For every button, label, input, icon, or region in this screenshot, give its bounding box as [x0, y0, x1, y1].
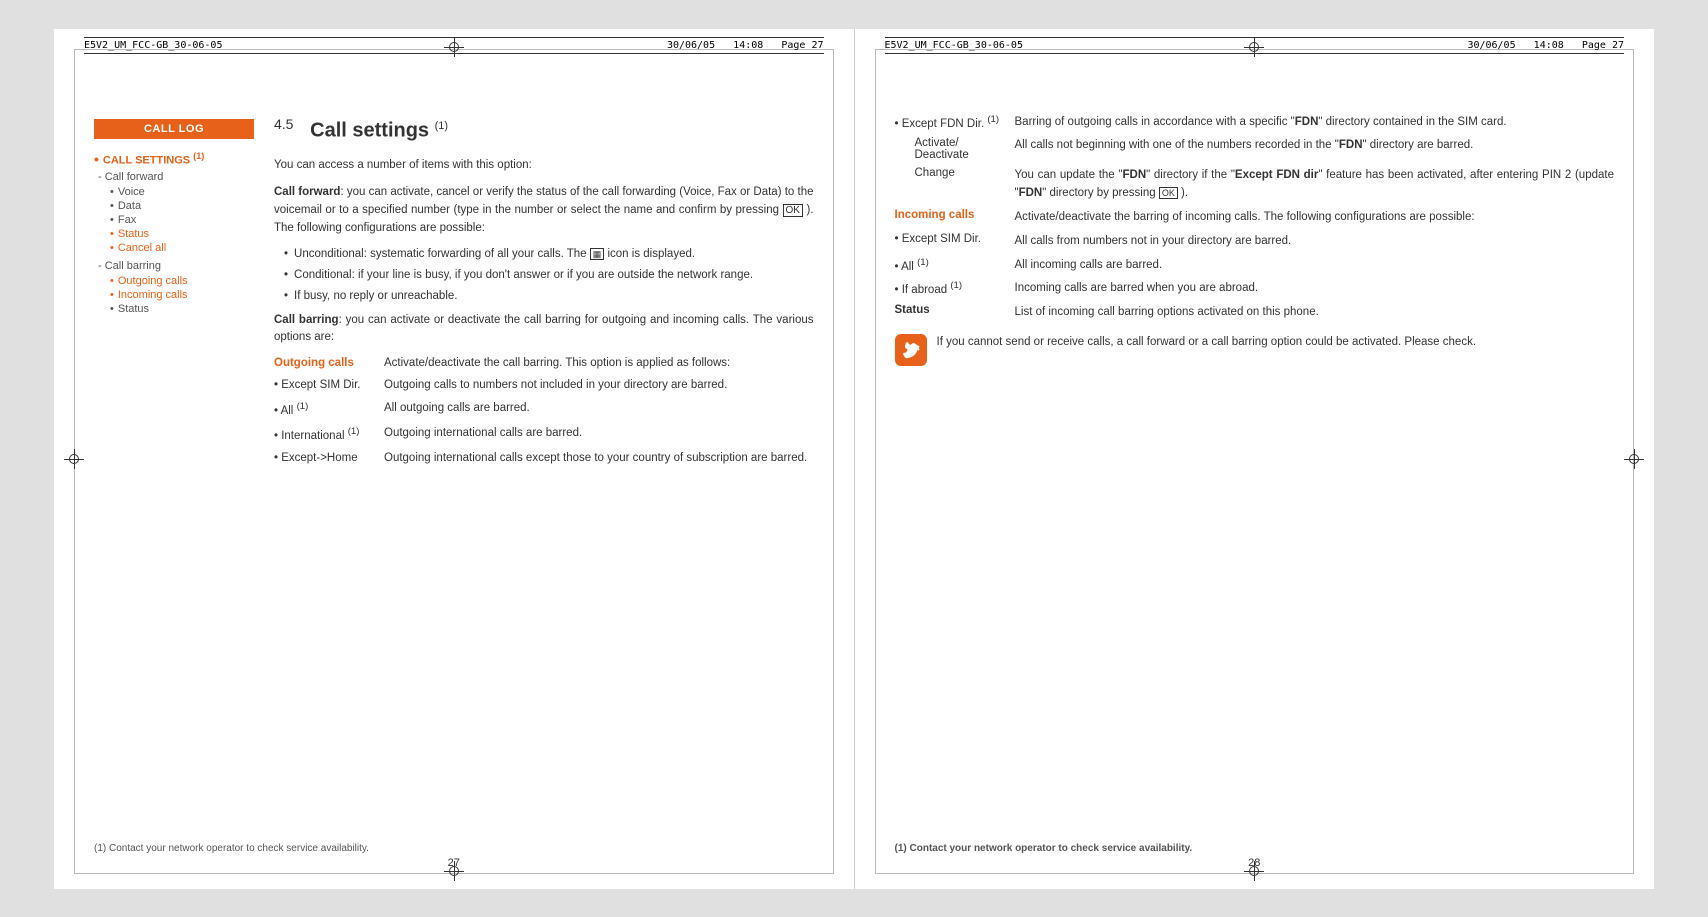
- doc-date-right: 30/06/05 14:08 Page 27: [1467, 40, 1624, 51]
- bullet-unconditional: • Unconditional: systematic forwarding o…: [284, 246, 814, 263]
- all-outgoing-desc: All outgoing calls are barred.: [384, 400, 814, 420]
- activate-label: Activate/ Deactivate: [895, 137, 1005, 161]
- all-incoming-row: • All (1) All incoming calls are barred.: [895, 257, 1615, 275]
- crosshair-right-mid: [1624, 449, 1644, 469]
- except-sim-dir-desc: Outgoing calls to numbers not included i…: [384, 377, 814, 394]
- except-sim-incoming-desc: All calls from numbers not in your direc…: [1015, 233, 1615, 251]
- bullet-fax: •: [110, 214, 114, 226]
- international-row: • International (1) Outgoing internation…: [274, 425, 814, 445]
- bullet-voice: •: [110, 186, 114, 198]
- sidebar-call-barring-group: - Call barring • Outgoing calls • Incomi…: [94, 260, 254, 315]
- notice-icon: [895, 334, 927, 366]
- except-home-label: • Except->Home: [274, 450, 374, 467]
- bullet-data: •: [110, 200, 114, 212]
- sidebar: CALL LOG • CALL SETTINGS (1) - Call forw…: [94, 69, 254, 829]
- bullet-cancel: •: [110, 242, 114, 254]
- sidebar-item-status-forward[interactable]: • Status: [110, 228, 254, 240]
- notice-phone-icon: [901, 340, 921, 360]
- outgoing-calls-label: Outgoing calls: [274, 355, 374, 372]
- except-sim-incoming-label: • Except SIM Dir.: [895, 233, 1005, 251]
- incoming-calls-row: Incoming calls Activate/deactivate the b…: [895, 209, 1615, 227]
- status-desc: List of incoming call barring options ac…: [1015, 304, 1615, 322]
- sidebar-call-settings-label: CALL SETTINGS (1): [103, 151, 204, 167]
- all-outgoing-row: • All (1) All outgoing calls are barred.: [274, 400, 814, 420]
- crosshair-top-right: [1244, 37, 1264, 57]
- status-row: Status List of incoming call barring opt…: [895, 304, 1615, 322]
- sidebar-item-status-barring[interactable]: • Status: [110, 303, 254, 315]
- right-page: E5V2_UM_FCC-GB_30-06-05 30/06/05 14:08 P…: [855, 29, 1655, 889]
- activate-desc: All calls not beginning with one of the …: [1015, 137, 1615, 161]
- international-desc: Outgoing international calls are barred.: [384, 425, 814, 445]
- except-sim-incoming-row: • Except SIM Dir. All calls from numbers…: [895, 233, 1615, 251]
- change-desc: You can update the "FDN" directory if th…: [1015, 167, 1615, 203]
- bullet-icon: •: [94, 151, 99, 167]
- except-sim-dir-label: • Except SIM Dir.: [274, 377, 374, 394]
- incoming-calls-desc: Activate/deactivate the barring of incom…: [1015, 209, 1615, 227]
- bullet-conditional: • Conditional: if your line is busy, if …: [284, 267, 814, 284]
- activate-deactivate-row: Activate/ Deactivate All calls not begin…: [895, 137, 1615, 161]
- bullet-incoming: •: [110, 289, 114, 301]
- if-abroad-desc: Incoming calls are barred when you are a…: [1015, 280, 1615, 298]
- doc-id: E5V2_UM_FCC-GB_30-06-05: [84, 40, 222, 51]
- except-fdn-desc: Barring of outgoing calls in accordance …: [1015, 114, 1615, 132]
- sidebar-item-cancel-all[interactable]: • Cancel all: [110, 242, 254, 254]
- sidebar-sub-barring: • Outgoing calls • Incoming calls • Stat…: [110, 275, 254, 315]
- outgoing-calls-row: Outgoing calls Activate/deactivate the c…: [274, 355, 814, 372]
- except-home-row: • Except->Home Outgoing international ca…: [274, 450, 814, 467]
- book-spread: E5V2_UM_FCC-GB_30-06-05 30/06/05 14:08 P…: [54, 29, 1654, 889]
- crosshair-top: [444, 37, 464, 57]
- sidebar-item-call-settings[interactable]: • CALL SETTINGS (1): [94, 151, 254, 167]
- sidebar-item-incoming-calls[interactable]: • Incoming calls: [110, 289, 254, 301]
- forward-bullets: • Unconditional: systematic forwarding o…: [284, 246, 814, 306]
- sidebar-sub-voice-group: • Voice • Data • Fax • Status: [110, 186, 254, 254]
- sidebar-item-data[interactable]: • Data: [110, 200, 254, 212]
- notice-box: If you cannot send or receive calls, a c…: [895, 334, 1615, 366]
- change-label: Change: [895, 167, 1005, 203]
- right-content: • Except FDN Dir. (1) Barring of outgoin…: [895, 69, 1615, 829]
- sidebar-item-voice[interactable]: • Voice: [110, 186, 254, 198]
- footnote-left: (1) Contact your network operator to che…: [94, 843, 369, 854]
- status-label: Status: [895, 304, 1005, 322]
- bullet-outgoing: •: [110, 275, 114, 287]
- except-sim-dir-row: • Except SIM Dir. Outgoing calls to numb…: [274, 377, 814, 394]
- bullet-ifbusy: • If busy, no reply or unreachable.: [284, 288, 814, 305]
- all-incoming-desc: All incoming calls are barred.: [1015, 257, 1615, 275]
- except-home-desc: Outgoing international calls except thos…: [384, 450, 814, 467]
- if-abroad-label: • If abroad (1): [895, 280, 1005, 298]
- outgoing-calls-desc: Activate/deactivate the call barring. Th…: [384, 355, 814, 372]
- call-barring-text: Call barring: you can activate or deacti…: [274, 312, 814, 348]
- all-incoming-label: • All (1): [895, 257, 1005, 275]
- sidebar-dash-call-barring: - Call barring: [98, 260, 254, 272]
- footnote-right: (1) Contact your network operator to che…: [895, 843, 1193, 854]
- notice-text: If you cannot send or receive calls, a c…: [937, 334, 1615, 366]
- sidebar-item-fax[interactable]: • Fax: [110, 214, 254, 226]
- section-title: 4.5 Call settings (1): [274, 114, 814, 146]
- except-fdn-dir-row: • Except FDN Dir. (1) Barring of outgoin…: [895, 114, 1615, 132]
- main-content: 4.5 Call settings (1) You can access a n…: [274, 69, 814, 829]
- left-page: E5V2_UM_FCC-GB_30-06-05 30/06/05 14:08 P…: [54, 29, 855, 889]
- crosshair-bottom-left: [444, 861, 464, 881]
- sidebar-item-outgoing-calls[interactable]: • Outgoing calls: [110, 275, 254, 287]
- crosshair-bottom-right: [1244, 861, 1264, 881]
- change-row: Change You can update the "FDN" director…: [895, 167, 1615, 203]
- call-forward-text: Call forward: you can activate, cancel o…: [274, 184, 814, 237]
- crosshair-left-mid: [64, 449, 84, 469]
- all-outgoing-label: • All (1): [274, 400, 374, 420]
- except-fdn-label: • Except FDN Dir. (1): [895, 114, 1005, 132]
- sidebar-header: CALL LOG: [94, 119, 254, 139]
- sidebar-call-forward-group: - Call forward • Voice • Data • Fax: [94, 171, 254, 254]
- incoming-calls-label: Incoming calls: [895, 209, 1005, 227]
- bullet-status-b: •: [110, 303, 114, 315]
- sidebar-dash-call-forward: - Call forward: [98, 171, 254, 183]
- doc-id-right: E5V2_UM_FCC-GB_30-06-05: [885, 40, 1023, 51]
- doc-date-time: 30/06/05 14:08 Page 27: [667, 40, 824, 51]
- international-label: • International (1): [274, 425, 374, 445]
- if-abroad-row: • If abroad (1) Incoming calls are barre…: [895, 280, 1615, 298]
- intro-text: You can access a number of items with th…: [274, 157, 814, 174]
- bullet-status-f: •: [110, 228, 114, 240]
